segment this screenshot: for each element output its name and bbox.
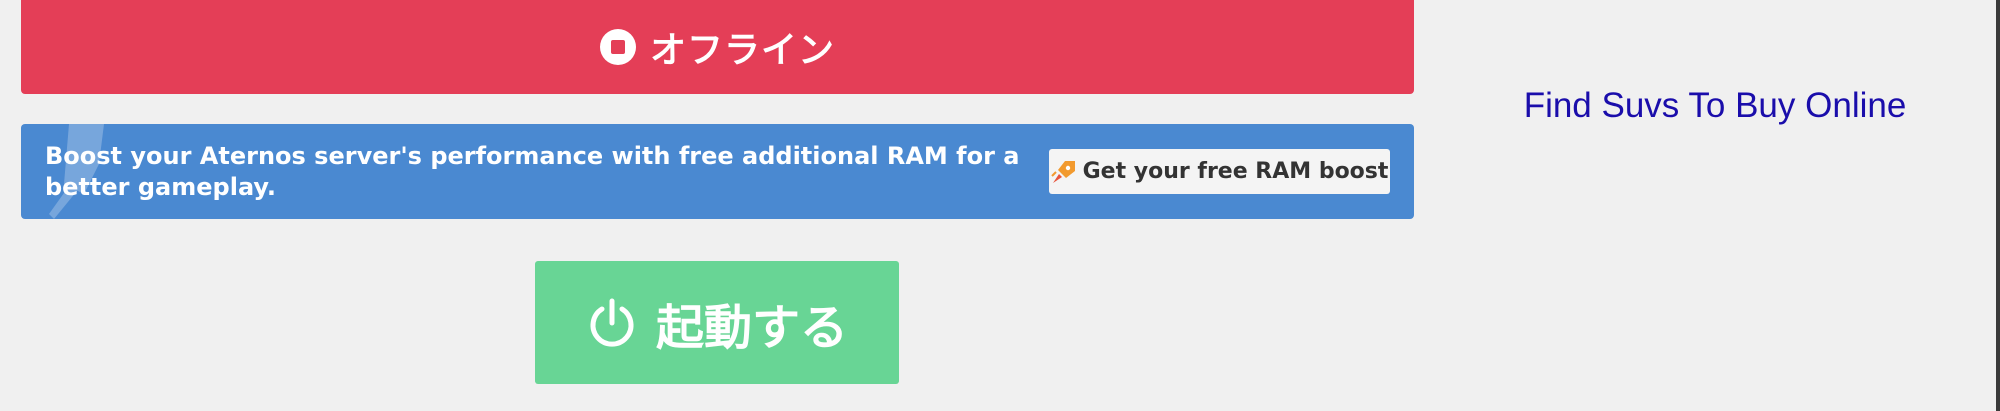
start-server-label: 起動する <box>655 299 848 356</box>
stop-circle-icon <box>599 29 636 65</box>
server-status-label: オフライン <box>649 30 835 71</box>
ram-boost-banner: Boost your Aternos server's performance … <box>21 124 1414 219</box>
ram-boost-text: Boost your Aternos server's performance … <box>45 142 1020 201</box>
ram-boost-button-label: Get your free RAM boost <box>1082 159 1389 184</box>
server-status-bar: オフライン <box>21 0 1414 94</box>
rocket-icon <box>1050 160 1075 183</box>
ram-boost-button[interactable]: Get your free RAM boost <box>1049 149 1390 194</box>
sidebar-ad-link[interactable]: Find Suvs To Buy Online <box>1490 86 1940 126</box>
window-edge <box>1996 0 2000 411</box>
start-server-button[interactable]: 起動する <box>535 261 899 384</box>
power-icon <box>590 298 634 347</box>
